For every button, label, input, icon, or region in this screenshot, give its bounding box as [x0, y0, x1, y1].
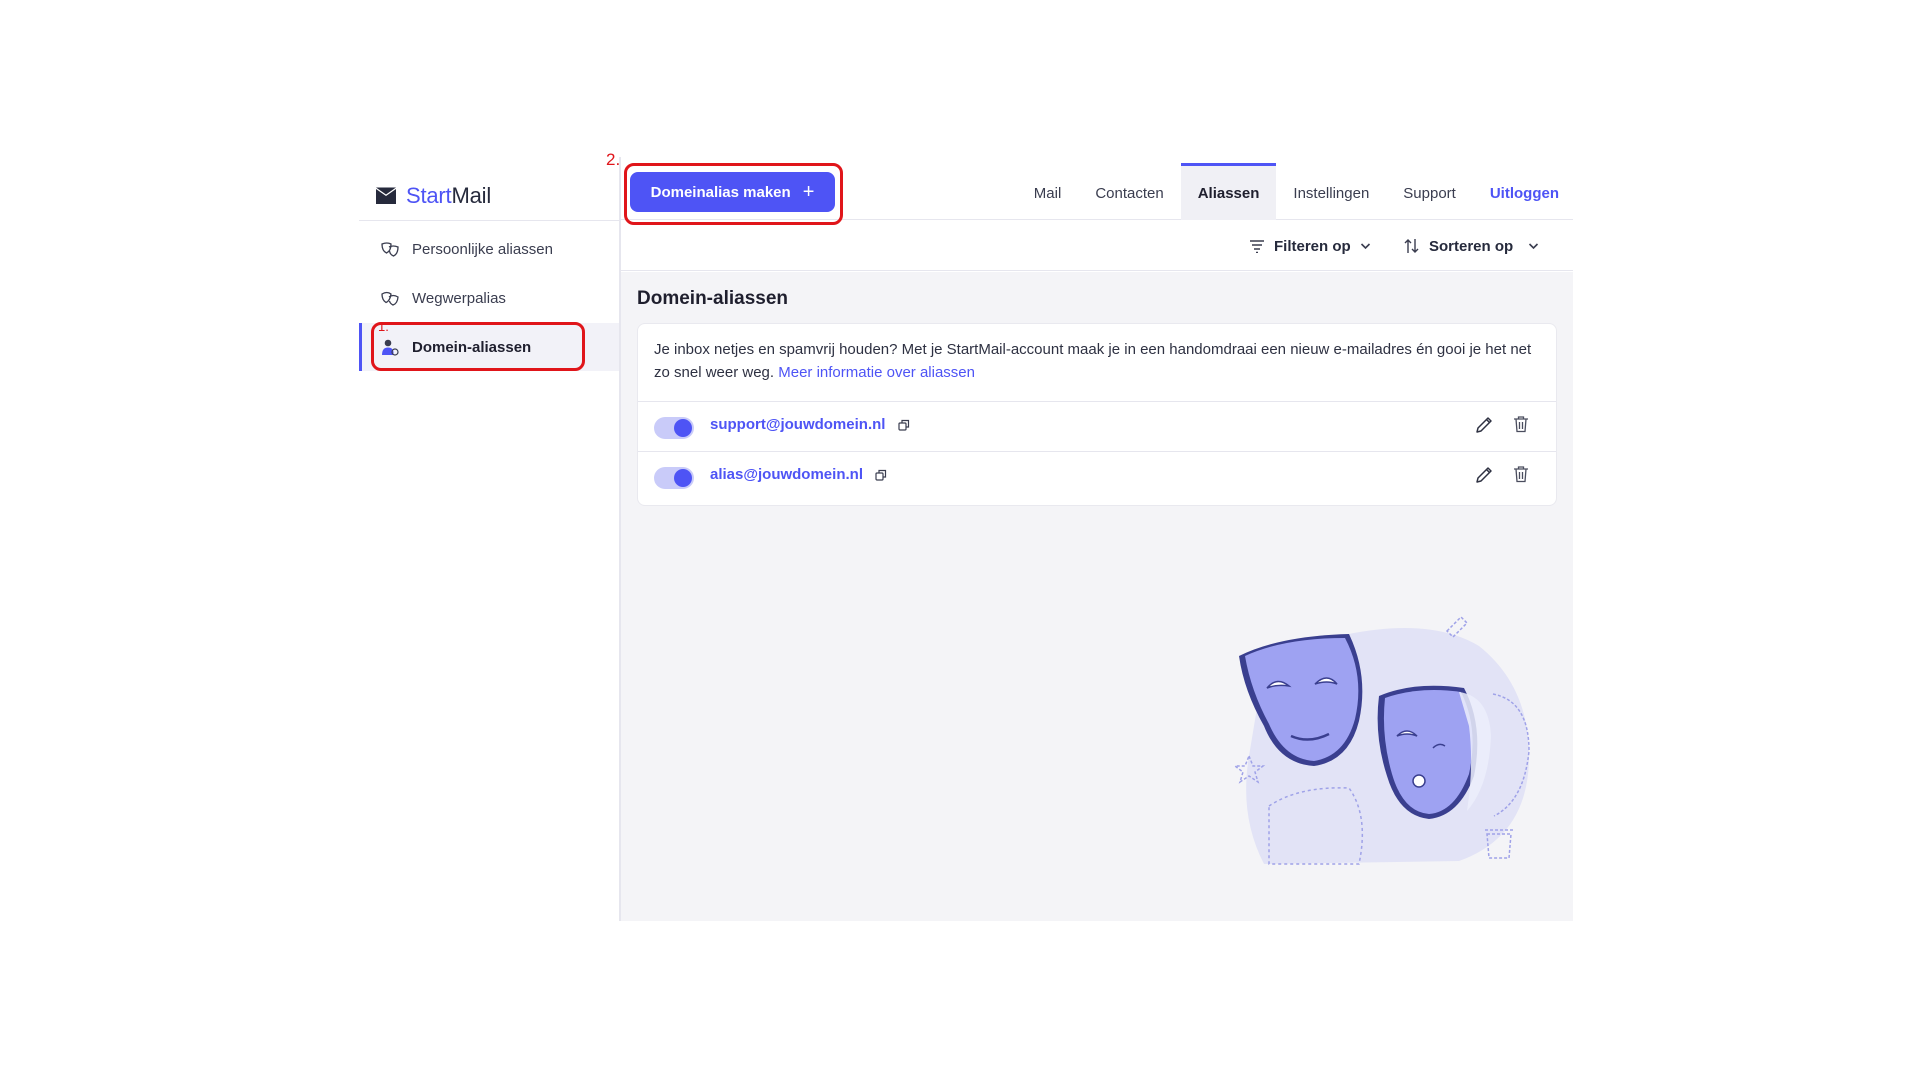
alias-address[interactable]: alias@jouwdomein.nl — [710, 466, 887, 483]
top-nav: Mail Contacten Aliassen Instellingen Sup… — [1017, 163, 1559, 220]
alias-address-text: alias@jouwdomein.nl — [710, 466, 863, 483]
toolbar: Filteren op Sorteren op — [621, 221, 1573, 271]
tab-aliassen[interactable]: Aliassen — [1180, 163, 1277, 220]
annotation-step-2-number: 2. — [606, 150, 621, 169]
tab-contacten[interactable]: Contacten — [1078, 163, 1180, 220]
copy-icon[interactable] — [875, 469, 887, 481]
alias-toggle[interactable] — [654, 467, 694, 489]
alias-card: Je inbox netjes en spamvrij houden? Met … — [637, 323, 1557, 506]
sidebar-item-label: Persoonlijke aliassen — [412, 240, 553, 258]
filter-dropdown[interactable]: Filteren op — [1249, 221, 1371, 271]
sort-icon — [1404, 239, 1419, 253]
list-item: support@jouwdomein.nl — [638, 402, 1556, 450]
filter-label: Filteren op — [1274, 237, 1351, 255]
sort-dropdown[interactable]: Sorteren op — [1404, 221, 1539, 271]
edit-icon[interactable] — [1474, 465, 1494, 485]
chevron-down-icon — [1529, 243, 1539, 250]
alias-address[interactable]: support@jouwdomein.nl — [710, 416, 910, 433]
main-area: Domeinalias maken + Mail Contacten Alias… — [621, 157, 1573, 921]
copy-icon[interactable] — [898, 419, 910, 431]
brand-start: Start — [406, 183, 452, 208]
edit-icon[interactable] — [1474, 415, 1494, 435]
envelope-icon — [376, 187, 396, 204]
alias-address-text: support@jouwdomein.nl — [710, 416, 886, 433]
trash-icon[interactable] — [1513, 465, 1529, 483]
masks-illustration — [1232, 615, 1530, 865]
intro-text: Je inbox netjes en spamvrij houden? Met … — [654, 338, 1542, 384]
masks-icon — [379, 239, 401, 259]
list-item: alias@jouwdomein.nl — [638, 452, 1556, 500]
tab-mail[interactable]: Mail — [1017, 163, 1079, 220]
sidebar-item-persoonlijke-aliassen[interactable]: Persoonlijke aliassen — [359, 225, 619, 273]
toggle-knob — [674, 469, 692, 487]
sort-label: Sorteren op — [1429, 237, 1514, 255]
tab-support[interactable]: Support — [1386, 163, 1473, 220]
sidebar-divider — [359, 220, 619, 221]
more-info-link[interactable]: Meer informatie over aliassen — [778, 364, 975, 381]
tab-instellingen[interactable]: Instellingen — [1276, 163, 1386, 220]
chevron-down-icon — [1360, 243, 1370, 250]
sidebar-item-wegwerpalias[interactable]: Wegwerpalias — [359, 274, 619, 322]
startmail-logo[interactable]: StartMail — [375, 181, 491, 211]
brand-mail: Mail — [451, 183, 492, 208]
alias-toggle[interactable] — [654, 417, 694, 439]
content-area: Domein-aliassen Je inbox netjes en spamv… — [621, 272, 1573, 921]
page-title: Domein-aliassen — [637, 288, 788, 309]
masks-icon — [379, 288, 401, 308]
startmail-app: StartMail Persoonlijke aliassen Wegwerpa… — [359, 150, 1573, 921]
toggle-knob — [674, 419, 692, 437]
sidebar: StartMail Persoonlijke aliassen Wegwerpa… — [359, 157, 621, 921]
annotation-step-2-box — [624, 163, 843, 225]
filter-icon — [1250, 240, 1264, 253]
annotation-step-1-box — [371, 322, 585, 371]
logout-link[interactable]: Uitloggen — [1473, 163, 1559, 220]
trash-icon[interactable] — [1513, 415, 1529, 433]
sidebar-item-label: Wegwerpalias — [412, 289, 506, 307]
